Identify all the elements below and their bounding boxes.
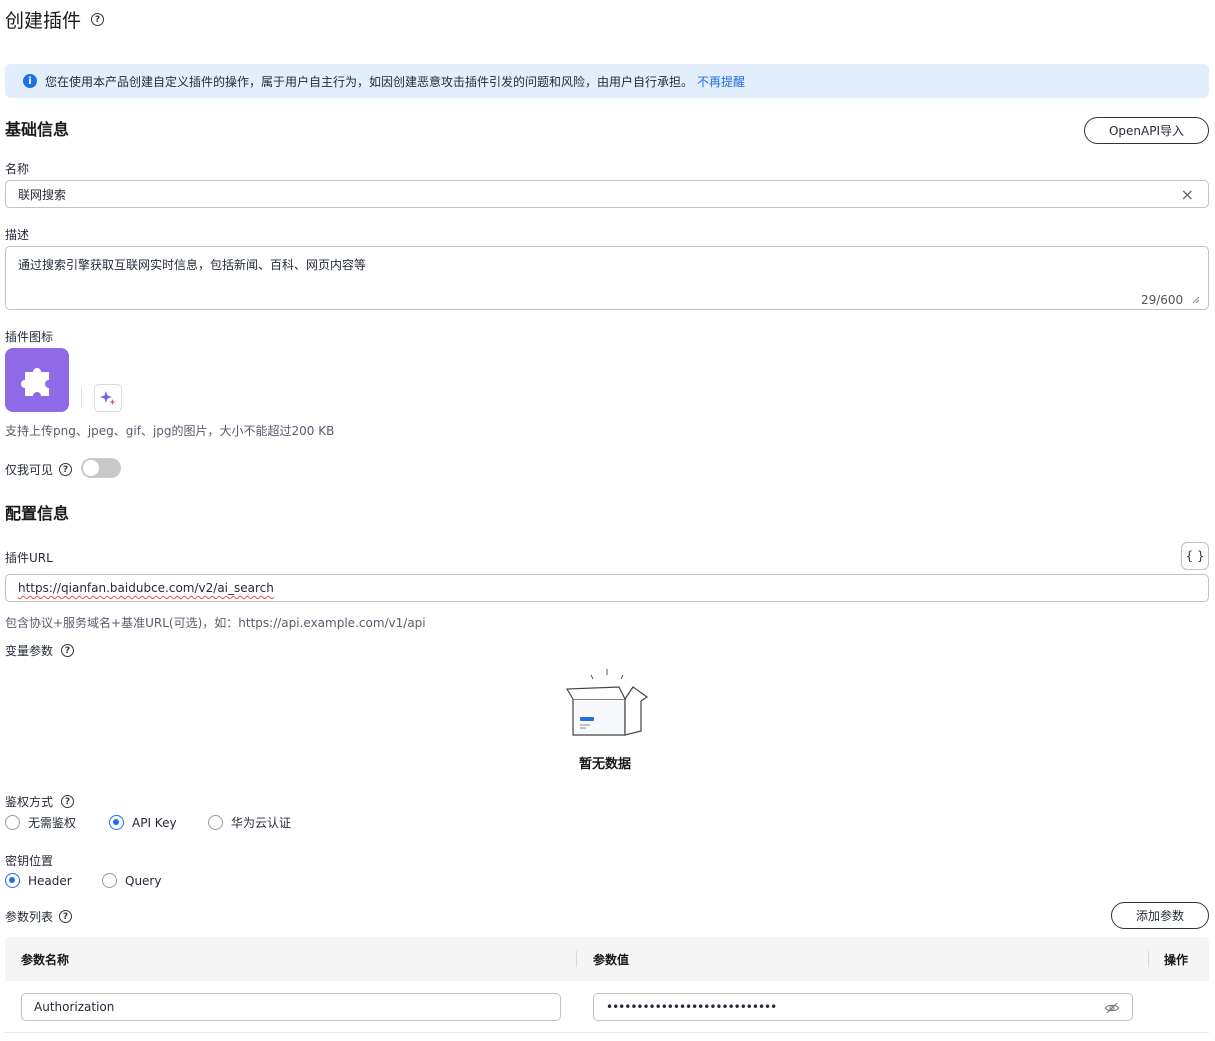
auth-method-text: 鉴权方式 [5, 795, 54, 809]
plugin-url-value: https://qianfan.baidubce.com/v2/ai_searc… [18, 581, 274, 595]
description-counter: 29/600 [1141, 293, 1200, 307]
help-icon[interactable]: ? [59, 463, 73, 476]
page-title: 创建插件 ? [5, 6, 105, 33]
plugin-url-label: 插件URL [5, 551, 53, 565]
description-textarea[interactable]: 通过搜索引擎获取互联网实时信息，包括新闻、百科、网页内容等 29/600 [5, 246, 1209, 310]
dismiss-notice-link[interactable]: 不再提醒 [697, 73, 745, 90]
column-header-param-name: 参数名称 [21, 953, 70, 967]
page-title-text: 创建插件 [5, 10, 82, 32]
description-counter-text: 29/600 [1140, 293, 1184, 307]
params-table-header: 参数名称 参数值 操作 [5, 937, 1209, 981]
auth-option-label: API Key [132, 815, 177, 830]
column-header-actions: 操作 [1164, 953, 1189, 967]
icon-upload-hint: 支持上传png、jpeg、gif、jpg的图片，大小不能超过200 KB [5, 424, 335, 438]
name-label: 名称 [5, 162, 30, 176]
clear-icon[interactable]: × [1181, 185, 1194, 204]
radio-button[interactable] [109, 815, 124, 830]
column-header-param-value: 参数值 [593, 953, 630, 967]
variable-params-text: 变量参数 [5, 644, 54, 658]
auth-option-huawei-cloud[interactable]: 华为云认证 [208, 814, 291, 831]
params-list-label: 参数列表 ? [5, 908, 73, 925]
code-view-button[interactable]: { } [1181, 542, 1209, 570]
url-format-hint: 包含协议+服务域名+基准URL(可选)，如：https://api.exampl… [5, 616, 426, 630]
help-icon[interactable]: ? [59, 910, 73, 923]
empty-state [563, 665, 651, 744]
param-name-value: Authorization [34, 1000, 115, 1014]
param-value-input[interactable]: •••••••••••••••••••••••••••• [593, 993, 1133, 1021]
radio-button[interactable] [5, 873, 20, 888]
ai-generate-icon-button[interactable] [94, 384, 122, 412]
plugin-icon-label: 插件图标 [5, 330, 54, 344]
notice-banner: i 您在使用本产品创建自定义插件的操作，属于用户自主行为，如因创建恶意攻击插件引… [5, 64, 1209, 98]
plugin-icon-preview[interactable] [5, 348, 69, 412]
table-row-divider [5, 1032, 1209, 1033]
help-icon[interactable]: ? [91, 13, 105, 26]
column-divider [1148, 951, 1149, 967]
param-name-input[interactable]: Authorization [21, 993, 561, 1021]
help-icon[interactable]: ? [61, 644, 75, 657]
radio-button[interactable] [208, 815, 223, 830]
puzzle-icon [21, 368, 49, 396]
config-info-title: 配置信息 [5, 504, 70, 523]
radio-button[interactable] [5, 815, 20, 830]
private-visibility-label: 仅我可见 ? [5, 461, 73, 478]
basic-info-title: 基础信息 [5, 120, 70, 139]
help-icon[interactable]: ? [61, 795, 75, 808]
empty-box-icon [565, 669, 649, 736]
divider [81, 388, 82, 408]
hide-password-icon[interactable] [1104, 1000, 1120, 1016]
name-input-value: 联网搜索 [18, 187, 67, 202]
key-location-label: 密钥位置 [5, 854, 54, 868]
resize-handle-icon[interactable] [1191, 295, 1200, 304]
auth-option-label: 华为云认证 [231, 816, 292, 830]
key-location-radio-group: Header Query [5, 873, 161, 888]
auth-method-label: 鉴权方式 ? [5, 793, 75, 810]
notice-text: 您在使用本产品创建自定义插件的操作，属于用户自主行为，如因创建恶意攻击插件引发的… [45, 74, 694, 89]
auth-option-label: 无需鉴权 [28, 816, 77, 830]
params-list-text: 参数列表 [5, 910, 54, 924]
name-input[interactable]: 联网搜索 × [5, 180, 1209, 208]
plugin-url-input[interactable]: https://qianfan.baidubce.com/v2/ai_searc… [5, 574, 1209, 602]
key-location-option-label: Query [125, 873, 162, 888]
private-visibility-text: 仅我可见 [5, 463, 54, 477]
key-location-query[interactable]: Query [102, 873, 161, 888]
radio-button[interactable] [102, 873, 117, 888]
auth-option-api-key[interactable]: API Key [109, 815, 208, 830]
key-location-header[interactable]: Header [5, 873, 102, 888]
key-location-option-label: Header [28, 873, 72, 888]
private-visibility-toggle[interactable] [81, 458, 121, 478]
empty-state-text: 暂无数据 [579, 757, 632, 772]
column-divider [576, 951, 577, 967]
param-value-masked: •••••••••••••••••••••••••••• [606, 1000, 777, 1014]
description-value: 通过搜索引擎获取互联网实时信息，包括新闻、百科、网页内容等 [18, 258, 367, 272]
variable-params-label: 变量参数 ? [5, 642, 75, 659]
description-label: 描述 [5, 228, 30, 242]
auth-method-radio-group: 无需鉴权 API Key 华为云认证 [5, 814, 291, 831]
auth-option-none[interactable]: 无需鉴权 [5, 814, 109, 831]
openapi-import-button[interactable]: OpenAPI导入 [1084, 117, 1209, 144]
add-param-button[interactable]: 添加参数 [1111, 902, 1209, 929]
sparkle-icon [100, 391, 116, 405]
info-icon: i [23, 74, 37, 88]
toggle-knob [83, 460, 99, 476]
